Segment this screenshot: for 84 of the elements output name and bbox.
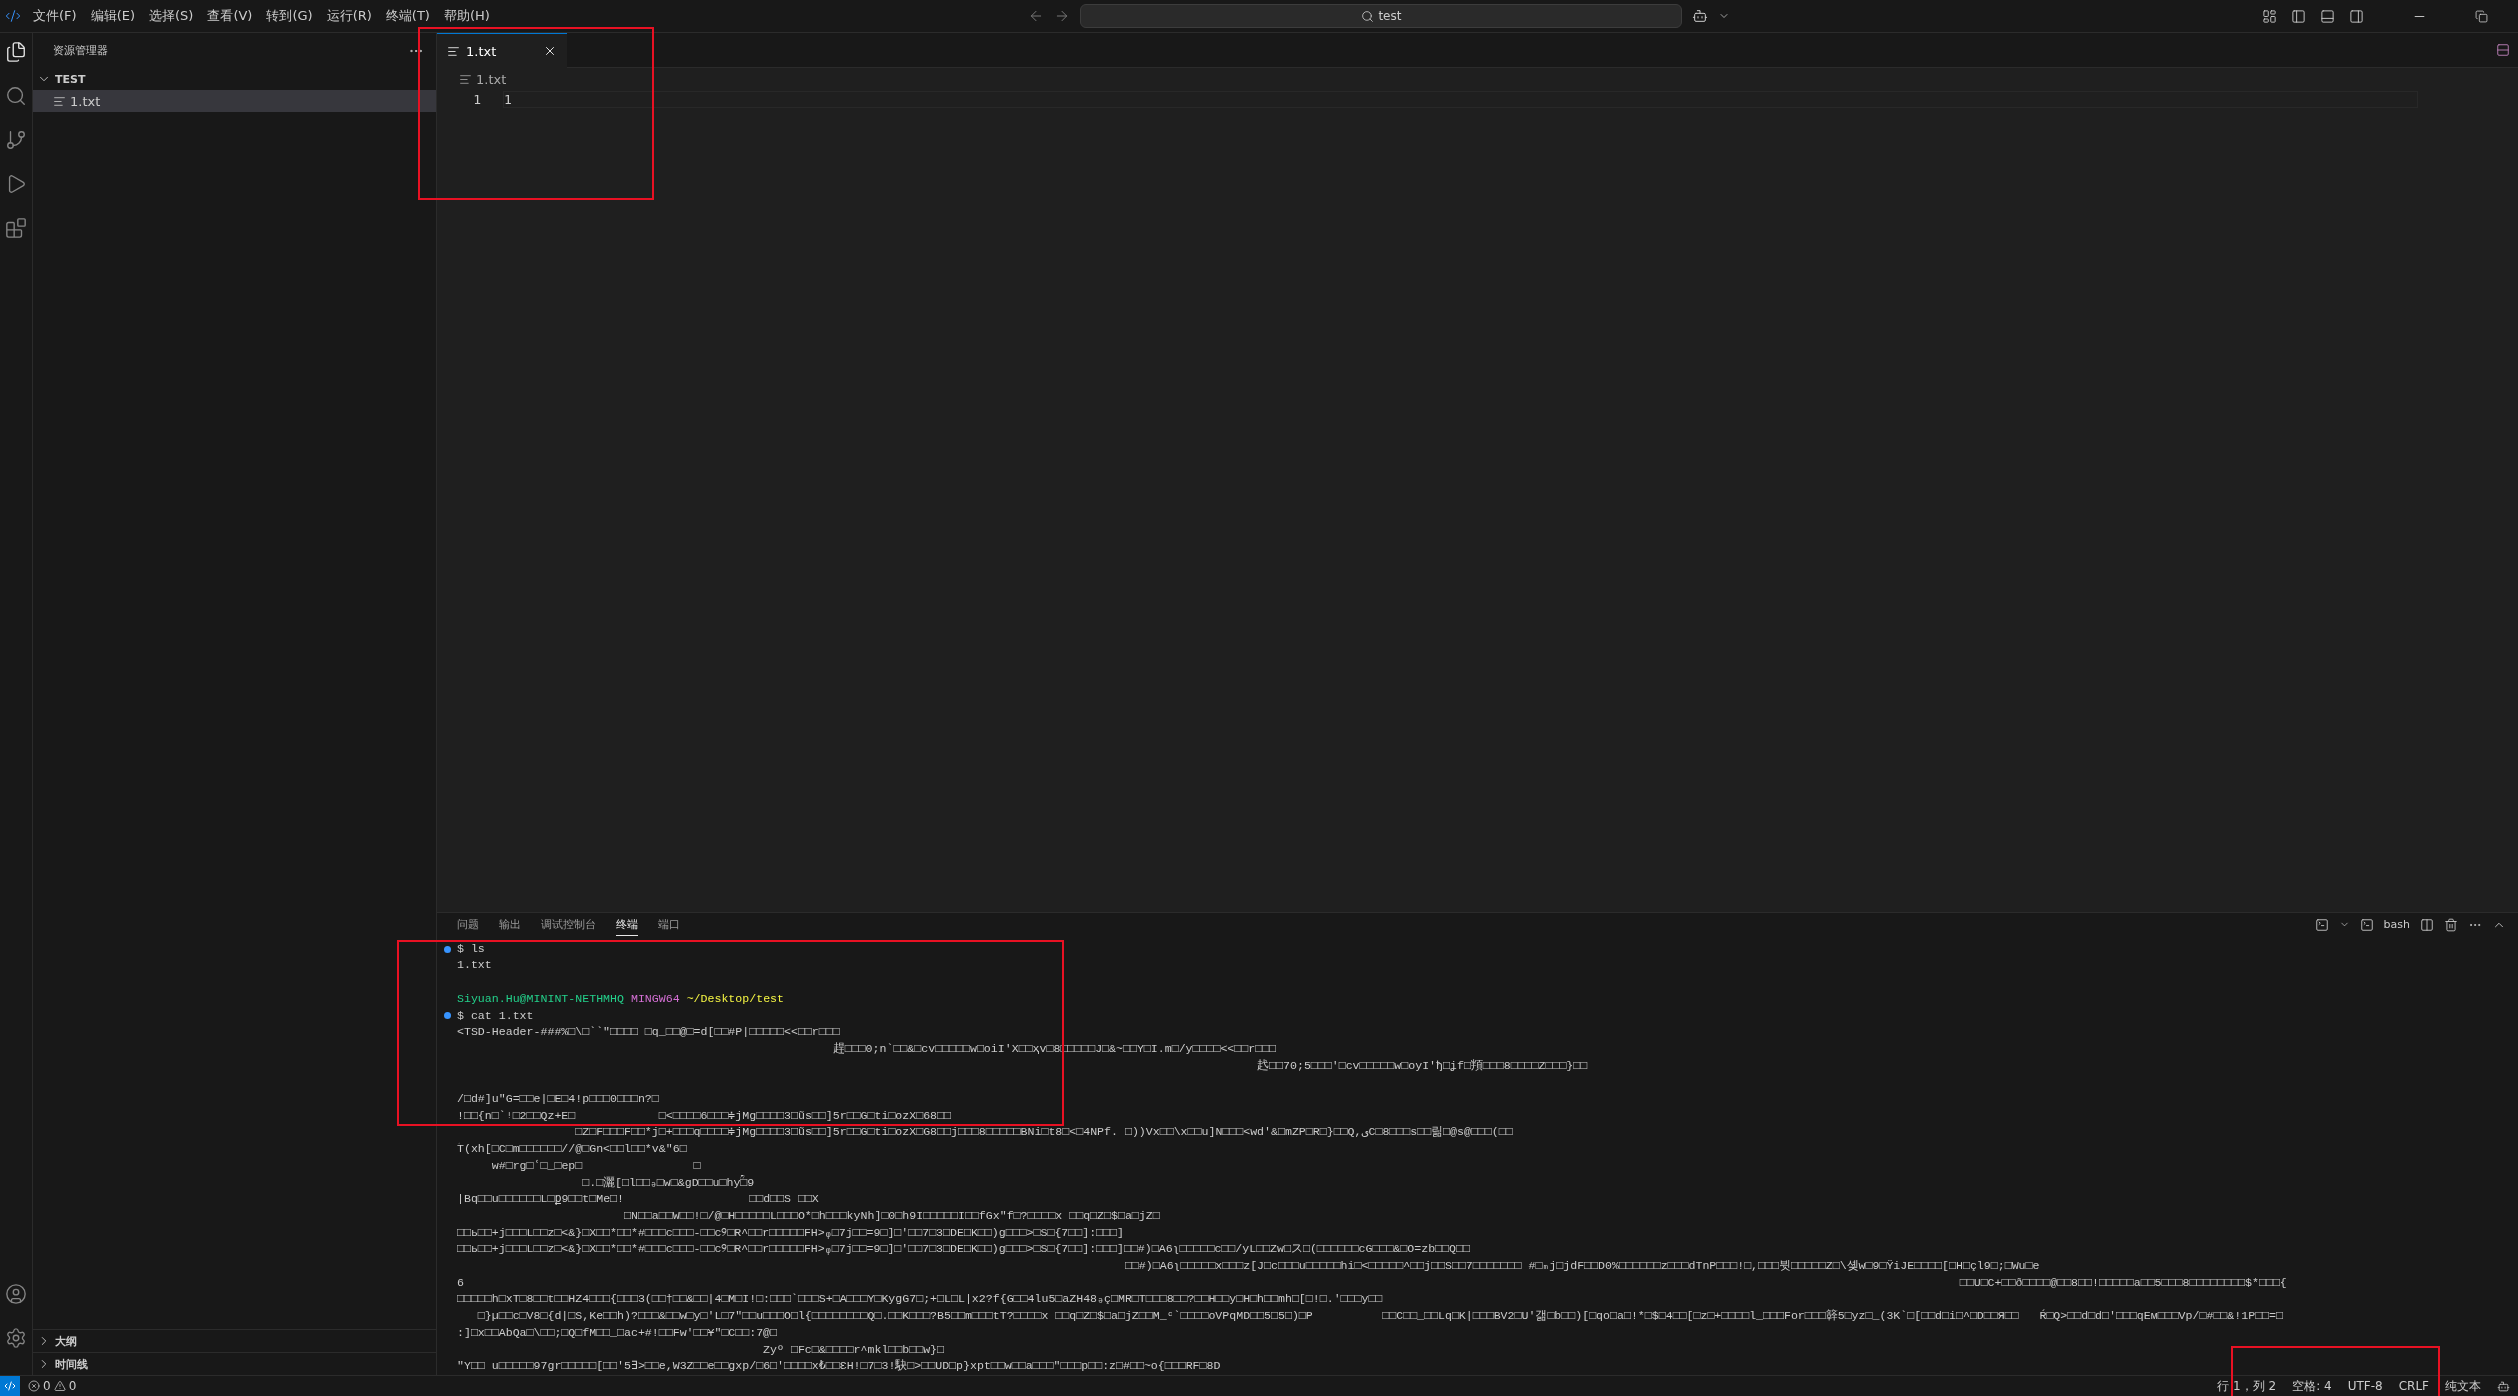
panel-tab[interactable]: 终端	[616, 913, 638, 936]
terminal-output: /□d#]u"G=□□e|□E□4!p□□□0□□□n?□	[457, 1091, 659, 1108]
prompt-path: ~/Desktop/test	[686, 990, 785, 1007]
terminal-output: ″Y□□ u□□□□□97gr□□□□□[□□'5∃>□□e,W3Z□□e□□gxp/□6□'□□□□x₺□□ƐH!□7□3!駃□>□□UD□p}xpt□□w□□a□□□"□□□p□□:z□#□□~o{□□□RF□8D	[457, 1358, 1221, 1375]
file-lines-icon	[459, 72, 472, 86]
menu-item[interactable]: 转到(G)	[259, 7, 320, 25]
blocks-icon[interactable]	[5, 217, 27, 239]
status-item[interactable]: CRLF	[2390, 1379, 2437, 1393]
menu-item[interactable]: 编辑(E)	[83, 7, 142, 25]
command-dot	[443, 945, 451, 953]
layout-icon[interactable]	[2262, 8, 2277, 24]
status-item[interactable]: 空格: 4	[2284, 1377, 2340, 1395]
menu-item[interactable]: 运行(R)	[319, 7, 379, 25]
command-dot	[443, 1012, 451, 1020]
terminal-output: □□#)□A6ʅ□□□□□x□□□z[J□c□□□u□□□□□hi□<□□□□□^□□j□□S□□7□□□□□□□ #□ₘj□jdF□□D0%□□□□□□z□□□dTnP□□□!□,□□□뷧□□□□□Z□\솆w□9□ŸiJE□□□□[□H□çl9□;□Wu□e	[1123, 1258, 2040, 1275]
panel-tab[interactable]: 问题	[457, 913, 479, 936]
close-icon[interactable]	[543, 44, 557, 58]
search-field[interactable]: test	[1080, 4, 1683, 28]
breadcrumb[interactable]: 1.txt	[437, 68, 2518, 90]
terminal-command: $ cat 1.txt	[457, 1007, 534, 1024]
new-terminal-icon[interactable]	[2314, 917, 2329, 932]
terminal-output: □}µ□□c□V8□{d|□S,Ke□□h)?□□□&□□w□y□'L□7"□□u□□□O□l{□□□□□□□□Q□.□□K□□□?B5□□m□□□tT?□□□□x □□q□Z□$□a□jZ□□M_ᶜ`□□□□oVPqMD□□5□5□)□P □□C□□_□□Lq□K|□□□BV2□U'갦□b□□)[□qo□a□!*□$□4□□[□z□+□□□□l_□□□For□□□簳5□yz□_(3K`□[□□d□i□^□D□□Я□□ Ŕ□Q>□□d□d□'□□□qEм□□□Vp/□#□□&!1P□□=□	[476, 1308, 2283, 1325]
panel-tab[interactable]: 端口	[658, 913, 680, 936]
robot-icon[interactable]	[1692, 8, 1709, 24]
panel-tab[interactable]: 输出	[499, 913, 521, 936]
trash-icon[interactable]	[2444, 917, 2458, 932]
panel-bottom-icon[interactable]	[2320, 8, 2335, 24]
terminal-output: □.□灑[□l□□ₔ□w□&gD□□u□hyؒ□9	[581, 1174, 755, 1191]
terminal-output: :]□x□□AbQa□\□□;□Q□fM□□_□ac+#!□□Fw'□□Ұ"□C□□:7@□	[457, 1324, 778, 1341]
remote-button[interactable]	[0, 1376, 20, 1396]
robot-icon[interactable]	[2497, 1379, 2510, 1393]
file-lines-icon	[447, 44, 460, 58]
folder-header[interactable]: TEST	[33, 68, 436, 90]
split-icon[interactable]	[2496, 43, 2510, 57]
terminal-name[interactable]: bash	[2383, 918, 2410, 932]
remote-icon	[4, 1380, 16, 1392]
terminal-output: !□□{n□`ᵎ□2□□Qz+E□ □<□□□□6□□□≑jMg□□□□3□ũs□□]5r□□G□ti□ozX□68□□	[457, 1107, 951, 1124]
logo-icon	[5, 8, 21, 24]
panel-left-icon[interactable]	[2291, 8, 2306, 24]
error-icon	[28, 1380, 40, 1392]
section-header[interactable]: 时间线	[33, 1352, 436, 1375]
terminal-output: □□ь□□+j□□□L□□z□<&}□X□□*□□*#□□□c□□□-□□c୨□R^□□r□□□□□FH>ᵩ□7j□□=9□]□'□□7□3□DE□K□□)g□□□>□S□{7□□]:□□□]	[457, 1224, 1124, 1241]
terminal-output: w#□rg□ՙ□_□ep□ □	[490, 1157, 701, 1174]
status-item[interactable]: 纯文本	[2437, 1377, 2489, 1395]
editor-tab[interactable]: 1.txt	[437, 33, 567, 68]
status-item[interactable]: UTF-8	[2339, 1379, 2391, 1393]
terminal-output: 6 □□U□C+□□ð□□□□@□□8□□!□□□□□a□□5□□□8□□□□□□□□$*□□□{	[457, 1274, 2287, 1291]
terminal-output: <TSD-Header-###%□\□``"□□□□ □q_□□@□=d[□□#P|□□□□□<<□□r□□□	[457, 1024, 840, 1041]
problems-status[interactable]: 0 0	[20, 1379, 85, 1393]
prompt-user: Siyuan.Hu@MININT-NETHMHQ	[457, 990, 624, 1007]
terminal-output: □N□□a□□W□□!□/@□H□□□□□L□□□O*□h□□□kyNh]□0□h9I□□□□□I□□fGx"f□?□□□□x □□q□Z□$□a□jZ□	[622, 1207, 1160, 1224]
terminal-output: ؘT(xh[□C□m□□□□□□//@□Gn<□□l□□*v&"6□	[457, 1141, 687, 1158]
terminal-output: |Bq□□u□□□□□□L□ք9□□t□Me□! □□d□□S □□X	[457, 1191, 819, 1208]
menu-item[interactable]: 查看(V)	[200, 7, 260, 25]
terminal-output: Zyº □Fc□&□□□□r^mkl□□b□□w}□	[762, 1341, 945, 1358]
warning-icon	[53, 1380, 66, 1392]
terminal-output: □□□□□h□xT□8□□t□□HZ4□□□{□□□3(□□†□□&□□|4□M□I!□:□□□`□□□S+□A□□□Y□KygG7□;+□L□L|x2?f{G□□4lu5□aZH48ₔç□MR□T□□□8□□?□□H□□y□H□h□□mh□[□!□.'□□□y□□	[457, 1291, 1383, 1308]
search-icon	[1361, 9, 1375, 23]
menu-item[interactable]: 文件(F)	[26, 7, 84, 25]
file-item[interactable]: 1.txt	[33, 90, 436, 112]
panel-tab[interactable]: 调试控制台	[541, 913, 596, 936]
search-icon[interactable]	[5, 85, 27, 107]
terminal-output: □Z□F□□□F□□*j□+□□□q□□□□≑jMg□□□□3□ũs□□]5r□□G□ti□ozX□G8□□j□□□8□□□□□BNi□t8□<□4NPf. □))Vx□□\x□□u]N□□□<wd'&□mZP□R□}□□Q,ىC□8□□□s□□릶□@s@□□□(□□	[574, 1124, 1513, 1141]
file-lines-icon	[53, 94, 66, 108]
sidebar-title: 资源管理器	[53, 43, 108, 58]
status-item[interactable]: 行 1，列 2	[2209, 1377, 2285, 1395]
settings-icon[interactable]	[5, 1327, 27, 1349]
menu-item[interactable]: 选择(S)	[142, 7, 201, 25]
line-number: 1	[472, 92, 482, 107]
restore-icon[interactable]	[2475, 9, 2488, 23]
terminal-output: □□ь□□+j□□□L□□z□<&}□X□□*□□*#□□□c□□□-□□c୨□R^□□r□□□□□FH>ᵩ□7j□□=9□]□'□□7□3□DE□K□□)g□□□>□S□{7□□]:□□□]□□#)□A6ʅ□□□□□c□□/yL□□Zw□ス□(□□□□□□cG□□□&□O=zb□□Q□□	[457, 1241, 1470, 1258]
panel-right-icon[interactable]	[2349, 8, 2364, 24]
terminal-icon[interactable]	[2359, 917, 2374, 932]
terminal-output: 1.txt	[457, 957, 492, 974]
files-icon[interactable]	[5, 41, 27, 63]
prompt-shell: MINGW64	[630, 990, 680, 1007]
menu-item[interactable]: 终端(T)	[378, 7, 437, 25]
section-header[interactable]: 大纲	[33, 1329, 436, 1352]
terminal-output: 䞖□□70;5□□□'□cv□□□□□w□oyI'ђ□ʝf□頖□□□8□□□□Z□□□}□□	[1256, 1057, 1588, 1074]
account-icon[interactable]	[5, 1283, 27, 1305]
menu-item[interactable]: 帮助(H)	[436, 7, 497, 25]
split-icon[interactable]	[2420, 917, 2434, 932]
terminal-command: $ ls	[457, 940, 485, 957]
branch-icon[interactable]	[5, 129, 27, 151]
